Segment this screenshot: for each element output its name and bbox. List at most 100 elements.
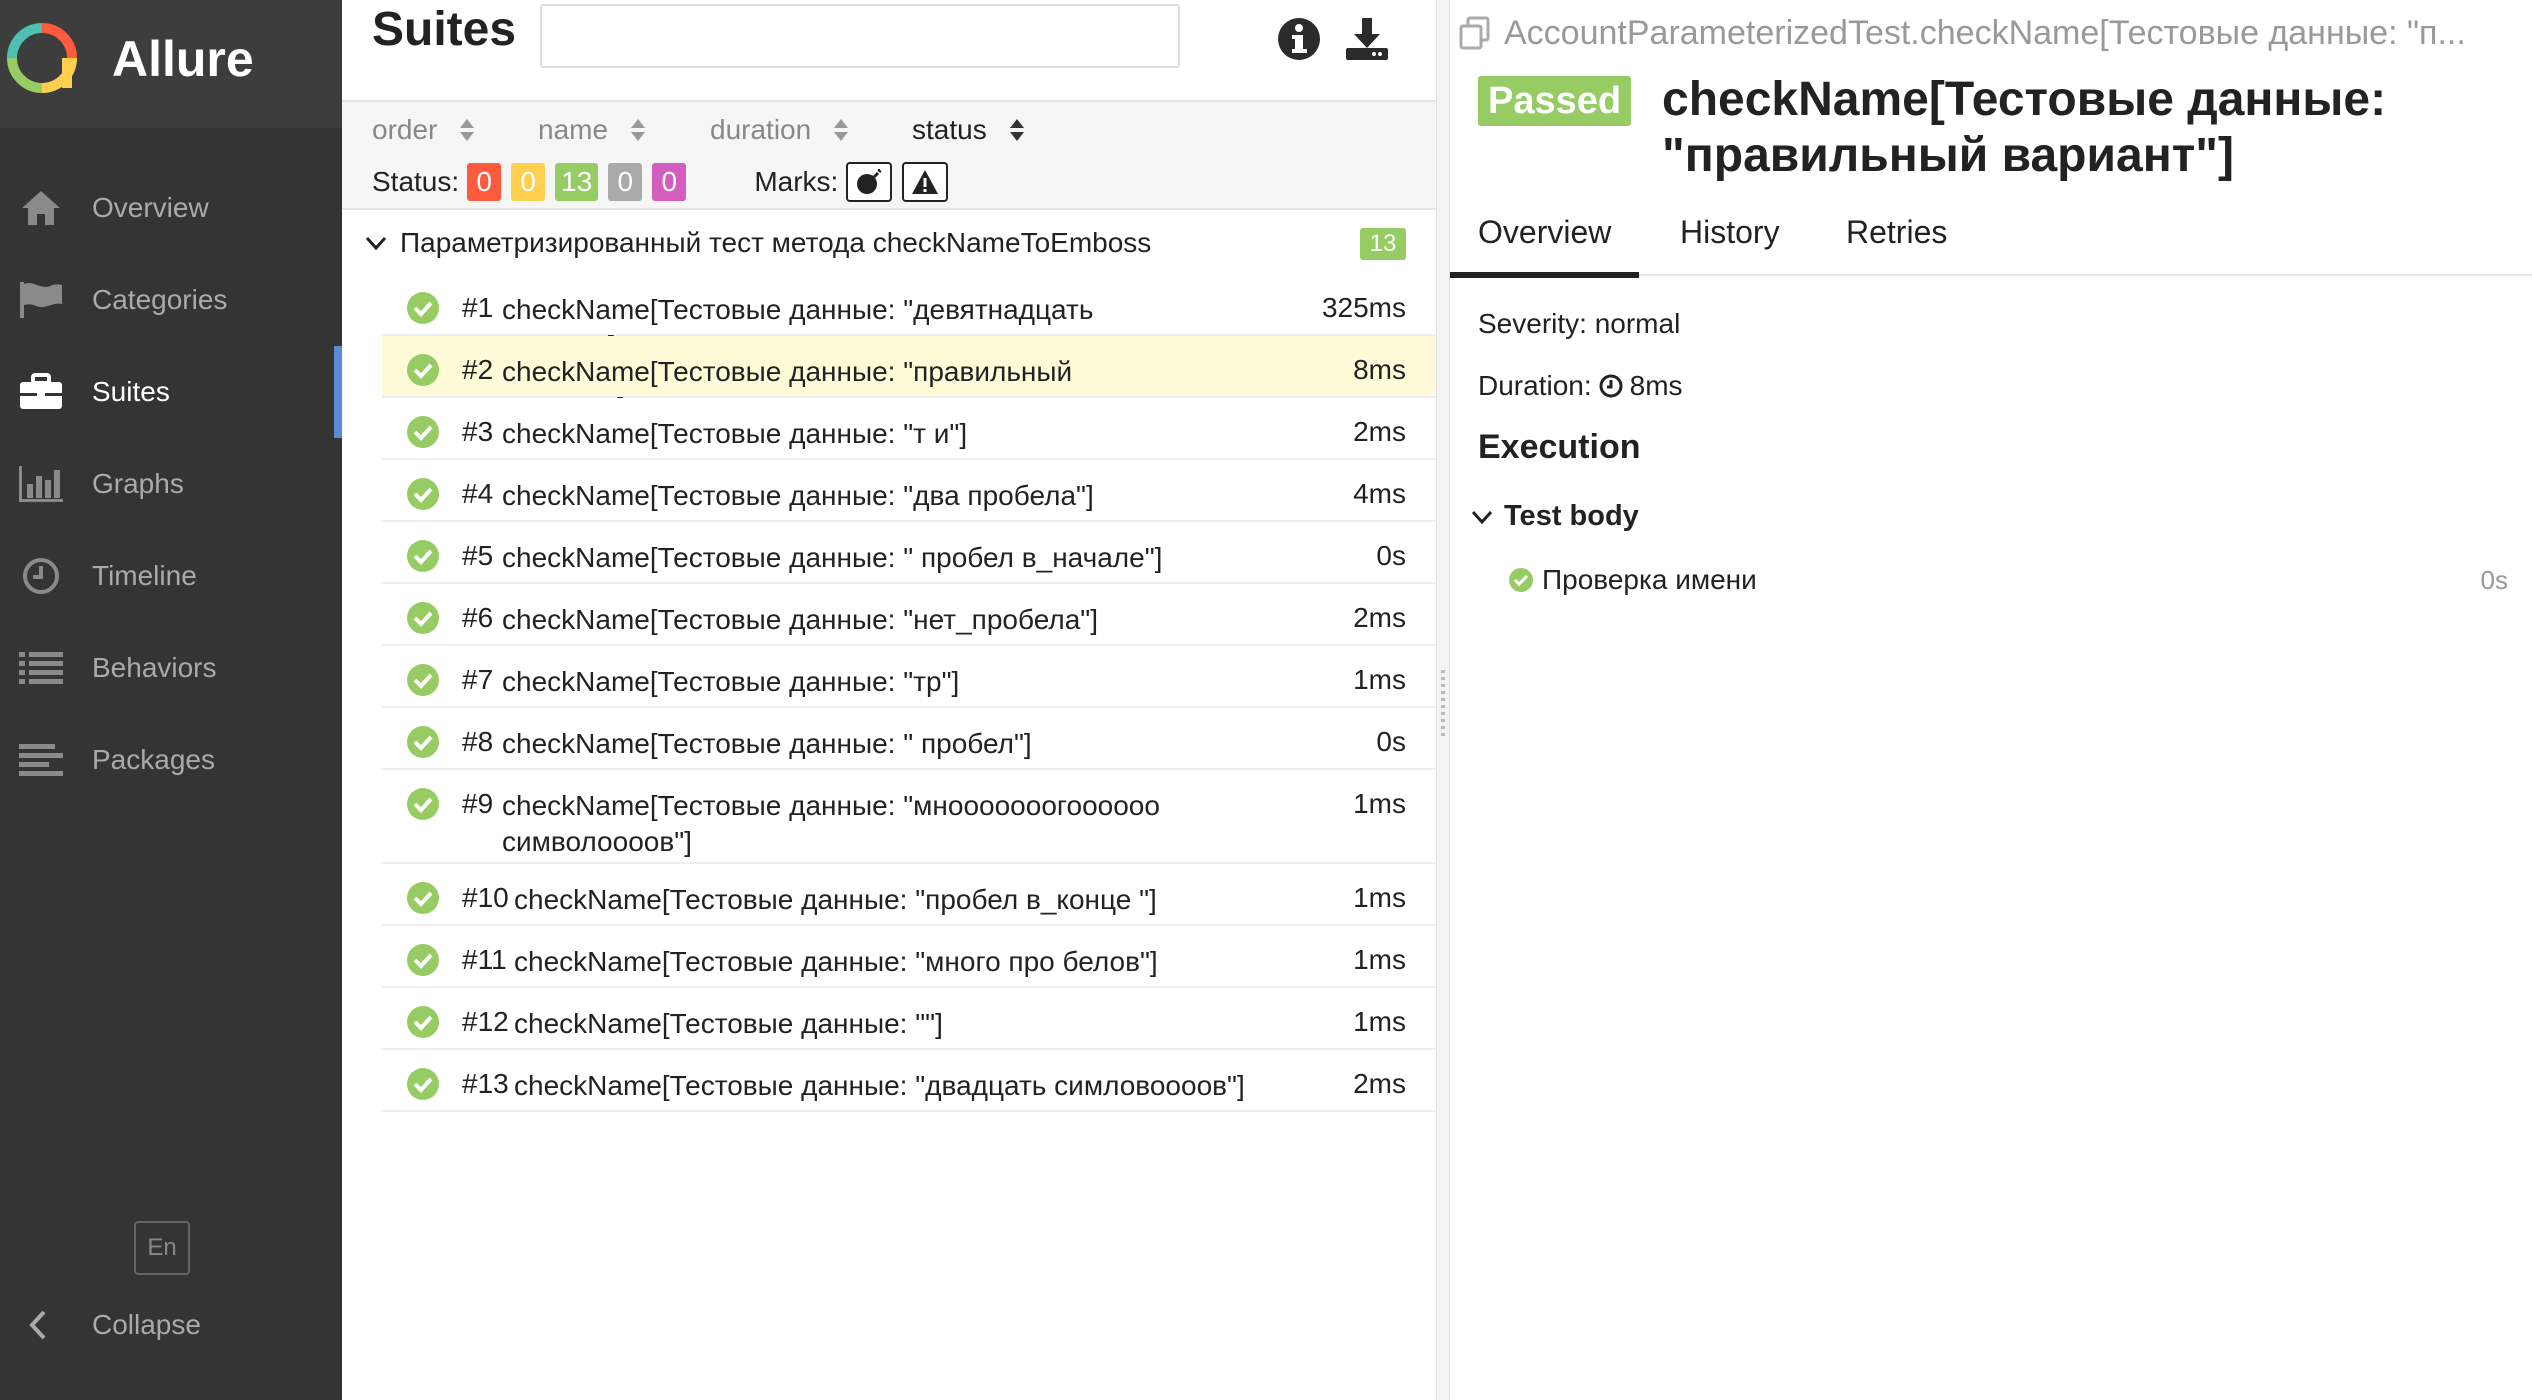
status-broken-badge[interactable]: 0 bbox=[511, 163, 546, 201]
sort-icon bbox=[1009, 119, 1024, 141]
test-row[interactable]: #1 checkName[Тестовые данные: "девятнадца… bbox=[382, 274, 1436, 361]
page-title: Suites bbox=[372, 3, 517, 56]
clock-icon bbox=[16, 554, 66, 598]
clock-icon bbox=[1599, 374, 1623, 398]
test-row-name: checkName[Тестовые данные: " пробел"] bbox=[502, 728, 1032, 759]
sort-by-name[interactable]: name bbox=[538, 114, 646, 146]
test-row-number: #9 bbox=[462, 788, 494, 819]
test-row[interactable]: #11 checkName[Тестовые данные: "много про… bbox=[382, 926, 1436, 988]
passed-check-icon bbox=[407, 1068, 439, 1100]
status-skipped-badge[interactable]: 0 bbox=[608, 163, 643, 201]
test-row-duration: 1ms bbox=[1353, 1006, 1406, 1037]
test-row-duration: 2ms bbox=[1353, 1068, 1406, 1099]
chevron-down-icon bbox=[1471, 510, 1493, 524]
sidebar-item-timeline[interactable]: Timeline bbox=[0, 530, 342, 622]
test-row[interactable]: #10 checkName[Тестовые данные: "пробел в_… bbox=[382, 864, 1436, 926]
test-row-duration: 1ms bbox=[1353, 788, 1406, 819]
test-list: #1 checkName[Тестовые данные: "девятнадца… bbox=[382, 274, 1436, 1112]
test-row[interactable]: #8 checkName[Тестовые данные: " пробел"] 0… bbox=[382, 708, 1436, 770]
test-row-number: #2 bbox=[462, 354, 494, 385]
test-row[interactable]: #12 checkName[Тестовые данные: ""] 1ms bbox=[382, 988, 1436, 1050]
sidebar-item-suites[interactable]: Suites bbox=[0, 346, 342, 438]
allure-logo-icon bbox=[7, 23, 77, 93]
test-row-duration: 325ms bbox=[1321, 292, 1406, 323]
sidebar: Allure Overview Categories Suites Graphs bbox=[0, 0, 342, 1400]
test-body-toggle[interactable]: Test body bbox=[1470, 500, 1639, 533]
test-row-number: #6 bbox=[462, 602, 494, 633]
info-icon[interactable] bbox=[1276, 16, 1322, 62]
bomb-icon bbox=[857, 169, 882, 194]
sort-by-order[interactable]: order bbox=[372, 114, 475, 146]
tab-history[interactable]: History bbox=[1680, 214, 1780, 251]
test-row-duration: 4ms bbox=[1353, 478, 1406, 509]
test-row[interactable]: #6 checkName[Тестовые данные: "нет_пробел… bbox=[382, 584, 1436, 646]
sidebar-item-label: Graphs bbox=[92, 468, 184, 499]
test-row-duration: 1ms bbox=[1353, 944, 1406, 975]
sort-toolbar: order name duration status Status: 0 0 1… bbox=[342, 100, 1436, 210]
test-row-name: checkName[Тестовые данные: " пробел в_на… bbox=[502, 542, 1163, 573]
splitter-grip bbox=[1441, 670, 1445, 740]
sidebar-item-behaviors[interactable]: Behaviors bbox=[0, 622, 342, 714]
tab-overview[interactable]: Overview bbox=[1449, 214, 1640, 278]
status-failed-badge[interactable]: 0 bbox=[467, 163, 502, 201]
test-row-name: checkName[Тестовые данные: "пробел в_кон… bbox=[514, 884, 1157, 915]
status-unknown-badge[interactable]: 0 bbox=[652, 163, 687, 201]
sort-icon bbox=[631, 119, 646, 141]
brand-name: Allure bbox=[112, 31, 254, 87]
duration-label: Duration: bbox=[1478, 370, 1592, 401]
status-filter-label: Status: bbox=[372, 166, 460, 197]
new-failed-mark-button[interactable] bbox=[902, 162, 949, 202]
download-icon[interactable] bbox=[1344, 16, 1390, 62]
test-row-duration: 2ms bbox=[1353, 416, 1406, 447]
sidebar-item-packages[interactable]: Packages bbox=[0, 714, 342, 806]
test-row[interactable]: #5 checkName[Тестовые данные: " пробел в_… bbox=[382, 522, 1436, 584]
sidebar-item-label: Timeline bbox=[92, 560, 197, 591]
sidebar-item-label: Packages bbox=[92, 744, 215, 775]
test-row-number: #4 bbox=[462, 478, 494, 509]
sort-by-duration[interactable]: duration bbox=[710, 114, 849, 146]
sort-by-status[interactable]: status bbox=[912, 114, 1025, 146]
suites-pane: Suites order name duration status Status… bbox=[342, 0, 1436, 1400]
collapse-button[interactable]: Collapse bbox=[0, 1290, 342, 1360]
test-row-number: #11 bbox=[462, 944, 507, 975]
status-badge: Passed bbox=[1478, 76, 1632, 126]
passed-check-icon bbox=[407, 882, 439, 914]
test-row[interactable]: #2 checkName[Тестовые данные: "правильный… bbox=[382, 336, 1436, 423]
test-row-number: #10 bbox=[462, 882, 509, 913]
test-row-name: checkName[Тестовые данные: "два пробела"… bbox=[502, 480, 1094, 511]
home-icon bbox=[16, 186, 66, 230]
test-row-name: checkName[Тестовые данные: ""] bbox=[514, 1008, 943, 1039]
test-title: checkName[Тестовые данные: "правильный в… bbox=[1662, 73, 2387, 182]
duration-value: 8ms bbox=[1629, 370, 1683, 401]
search-input[interactable] bbox=[540, 4, 1180, 68]
sidebar-item-label: Overview bbox=[92, 192, 209, 223]
sidebar-item-categories[interactable]: Categories bbox=[0, 254, 342, 346]
status-passed-badge[interactable]: 13 bbox=[555, 163, 599, 201]
test-row[interactable]: #3 checkName[Тестовые данные: "т и"] 2ms bbox=[382, 398, 1436, 460]
sidebar-item-overview[interactable]: Overview bbox=[0, 162, 342, 254]
execution-title: Execution bbox=[1478, 428, 1641, 466]
sort-label: name bbox=[538, 114, 609, 145]
details-tabs: Overview History Retries bbox=[1449, 196, 2532, 278]
test-row[interactable]: #7 checkName[Тестовые данные: "тр"] 1ms bbox=[382, 646, 1436, 708]
copy-icon[interactable] bbox=[1458, 16, 1492, 50]
sidebar-item-graphs[interactable]: Graphs bbox=[0, 438, 342, 530]
tab-retries[interactable]: Retries bbox=[1846, 214, 1947, 251]
test-row-number: #3 bbox=[462, 416, 494, 447]
sort-label: duration bbox=[710, 114, 812, 145]
suite-group-header[interactable]: Параметризированный тест метода checkNam… bbox=[360, 214, 1436, 272]
pane-splitter[interactable] bbox=[1436, 0, 1450, 1400]
marks-label: Marks: bbox=[754, 166, 839, 197]
flaky-mark-button[interactable] bbox=[846, 162, 893, 202]
test-details-pane: AccountParameterizedTest.checkName[Тесто… bbox=[1449, 0, 2532, 1400]
test-row[interactable]: #13 checkName[Тестовые данные: "двадцать … bbox=[382, 1050, 1436, 1112]
test-row[interactable]: #4 checkName[Тестовые данные: "два пробел… bbox=[382, 460, 1436, 522]
step-duration: 0s bbox=[2480, 564, 2508, 595]
test-row-name: checkName[Тестовые данные: "тр"] bbox=[502, 666, 960, 697]
step-item[interactable]: Проверка имени 0s bbox=[1508, 560, 2508, 600]
brand[interactable]: Allure bbox=[0, 0, 342, 128]
test-row-duration: 2ms bbox=[1353, 602, 1406, 633]
language-switch-button[interactable]: En bbox=[134, 1221, 190, 1275]
passed-check-icon bbox=[407, 354, 439, 386]
test-row[interactable]: #9 checkName[Тестовые данные: "мнооооооог… bbox=[382, 770, 1436, 864]
